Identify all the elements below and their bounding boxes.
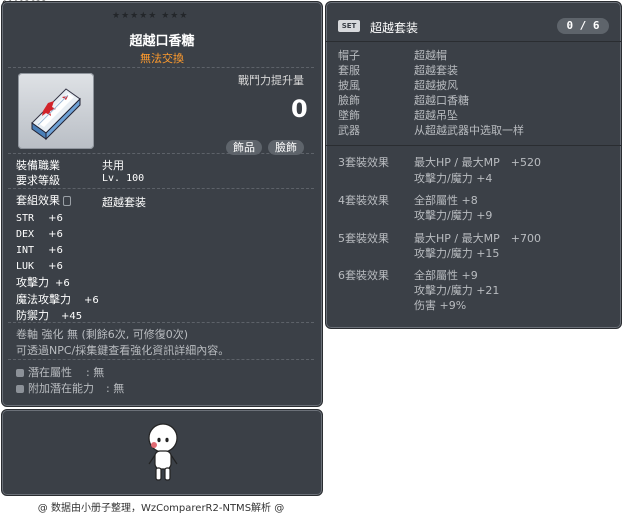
set-effect-label: 5套裝效果 [338, 232, 389, 245]
set-effect-label: 6套裝效果 [338, 269, 389, 282]
stat-value: +6 [48, 229, 63, 240]
set-piece-name: 超越披风 [414, 79, 458, 92]
stat-name: 攻擊力 [16, 276, 49, 289]
stat-value: +6 [48, 213, 63, 224]
set-piece-name: 超越套装 [414, 64, 458, 77]
potential-value: : 無 [86, 366, 105, 379]
set-piece-slot: 帽子 [338, 49, 360, 62]
upgrade-hint: 可透過NPC/採集鍵查看強化資訊詳細內容。 [16, 344, 230, 357]
level-value: Lv. 100 [102, 173, 145, 184]
set-effect-label: 4套裝效果 [338, 194, 389, 207]
gum-pack-icon [31, 88, 81, 141]
bonus-potential-label: 附加潛在能力 [28, 382, 94, 395]
stat-value: +6 [84, 295, 99, 306]
set-effect-label: 套組效果 [16, 194, 60, 207]
set-piece-name: 超越吊坠 [414, 109, 458, 122]
set-effect-line: 攻擊力/魔力 +9 [414, 209, 493, 222]
set-info-panel: SET 超越套装 0 / 6 帽子 超越帽 套服 超越套装 披風 超越披风 臉飾… [325, 1, 622, 329]
set-effect-line: 攻擊力/魔力 +4 [414, 172, 493, 185]
stat-row: 魔法攻擊力 +6 [16, 291, 99, 307]
set-effect-line: 全部屬性 +9 [414, 269, 478, 282]
bonus-potential-value: : 無 [106, 382, 125, 395]
set-effect-line: 最大HP / 最大MP +520 [414, 156, 541, 169]
set-effect-line: 全部屬性 +8 [414, 194, 478, 207]
set-effect-value: 超越套装 [102, 196, 146, 209]
lock-icon [63, 196, 71, 206]
job-value: 共用 [102, 159, 124, 172]
stat-name: LUK [16, 261, 35, 272]
set-effect-line: 攻擊力/魔力 +15 [414, 247, 500, 260]
stat-row: STR +6 [16, 211, 63, 224]
bonus-potential-row: 附加潛在能力 : 無 [16, 380, 124, 396]
stat-row: INT +6 [16, 243, 63, 256]
set-piece-slot: 臉飾 [338, 94, 360, 107]
set-piece-slot: 墜飾 [338, 109, 360, 122]
set-effect-line: 最大HP / 最大MP +700 [414, 232, 541, 245]
upgrade-info: 卷軸 強化 無 (剩餘6次, 可修復0次) [16, 328, 189, 341]
power-label: 戰鬥力提升量 [238, 74, 304, 87]
set-effect-line: 攻擊力/魔力 +21 [414, 284, 500, 297]
potential-row: 潛在屬性 : 無 [16, 364, 104, 380]
set-title: 超越套装 [370, 21, 419, 35]
divider [326, 41, 621, 42]
item-tooltip-panel: ★★★★★ ★★★ 超越口香糖 無法交換 戰鬥力提升量 0 飾品 臉飾 裝備職業… [1, 1, 323, 407]
potential-icon [16, 369, 24, 377]
set-piece-name: 超越口香糖 [414, 94, 469, 107]
item-name: 超越口香糖 [129, 34, 195, 49]
item-icon-frame [18, 73, 94, 149]
stat-row: 攻擊力 +6 [16, 274, 70, 290]
divider [8, 322, 314, 323]
stat-name: DEX [16, 229, 35, 240]
set-piece-name: 超越帽 [414, 49, 447, 62]
set-count: 0 / 6 [557, 18, 609, 34]
stat-value: +6 [55, 278, 70, 289]
divider [8, 359, 314, 360]
divider [8, 67, 314, 68]
stat-name: 防禦力 [16, 309, 49, 322]
level-label: 要求等級 [16, 174, 60, 187]
divider [326, 145, 621, 146]
star-force-row: ★★★★★ ★★★ [112, 11, 189, 21]
stat-row: DEX +6 [16, 227, 63, 240]
potential-label: 潛在屬性 [28, 366, 72, 379]
divider [8, 153, 314, 154]
stat-row: 防禦力 +45 [16, 307, 82, 323]
stat-value: +45 [61, 311, 83, 322]
set-piece-slot: 套服 [338, 64, 360, 77]
divider [8, 188, 314, 189]
stat-value: +6 [48, 245, 63, 256]
power-value: 0 [291, 95, 308, 123]
stat-row: LUK +6 [16, 259, 63, 272]
set-piece-slot: 武器 [338, 124, 360, 137]
job-label: 裝備職業 [16, 159, 60, 172]
set-effect-row: 套組效果 [16, 192, 71, 208]
set-effect-line: 伤害 +9% [414, 299, 467, 312]
stat-name: 魔法攻擊力 [16, 293, 71, 306]
stat-name: STR [16, 213, 35, 224]
avatar-preview-panel [1, 409, 323, 496]
bonus-potential-icon [16, 385, 24, 393]
footer-credit: @ 数据由小册子整理，WzComparerR2-NTMS解析 @ [37, 503, 285, 514]
set-effect-label: 3套裝效果 [338, 156, 389, 169]
character-avatar-icon [148, 423, 178, 481]
stat-value: +6 [48, 261, 63, 272]
stat-name: INT [16, 245, 35, 256]
set-piece-slot: 披風 [338, 79, 360, 92]
set-badge: SET [338, 20, 360, 32]
set-piece-name: 从超越武器中选取一样 [414, 124, 524, 137]
trade-restriction: 無法交換 [140, 52, 184, 65]
